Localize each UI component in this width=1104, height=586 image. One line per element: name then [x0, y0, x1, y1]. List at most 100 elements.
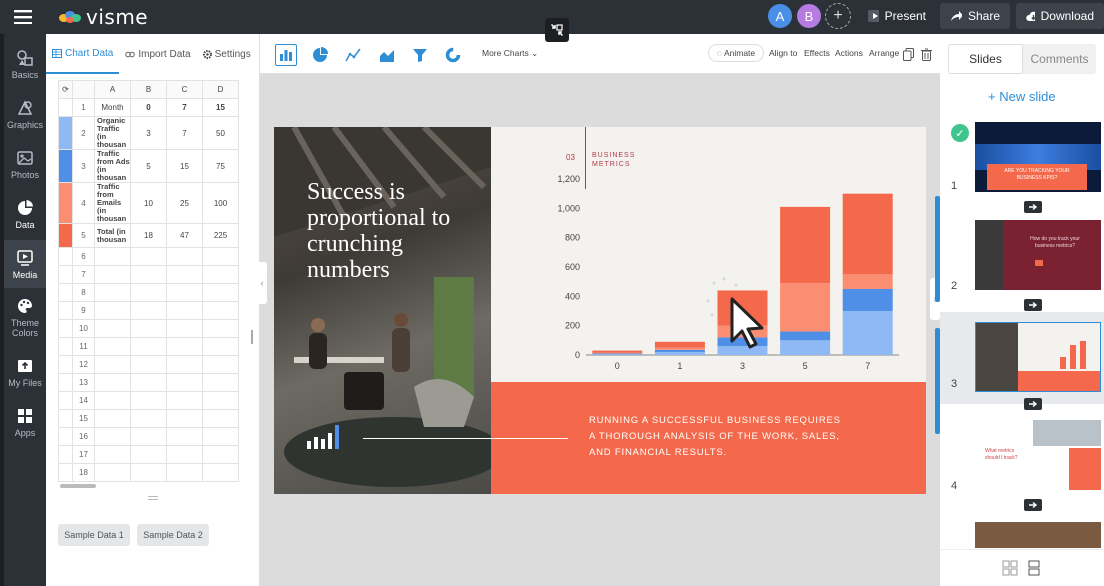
- table-cell[interactable]: [202, 265, 239, 284]
- donut-chart-type-icon[interactable]: [442, 44, 464, 66]
- table-cell[interactable]: [130, 319, 167, 338]
- table-cell[interactable]: [202, 301, 239, 320]
- table-cell[interactable]: [202, 355, 239, 374]
- horizontal-scrollbar[interactable]: [60, 484, 96, 488]
- copy-icon[interactable]: [901, 43, 915, 65]
- actions-button[interactable]: Actions: [835, 48, 863, 58]
- table-cell[interactable]: 10: [130, 182, 167, 224]
- table-cell[interactable]: 7: [166, 116, 203, 150]
- new-slide-button[interactable]: + New slide: [988, 89, 1056, 104]
- table-cell[interactable]: [94, 247, 131, 266]
- table-cell[interactable]: [94, 445, 131, 464]
- more-charts-dropdown[interactable]: More Charts ⌄: [482, 48, 538, 59]
- rail-item-basics[interactable]: Basics: [4, 40, 46, 88]
- sample-data-1-button[interactable]: Sample Data 1: [58, 524, 130, 546]
- table-cell[interactable]: [130, 283, 167, 302]
- table-cell[interactable]: [130, 427, 167, 446]
- table-cell[interactable]: [202, 391, 239, 410]
- table-cell[interactable]: [130, 247, 167, 266]
- table-cell[interactable]: [166, 445, 203, 464]
- tab-settings[interactable]: Settings: [197, 34, 257, 74]
- tab-slides[interactable]: Slides: [948, 44, 1023, 74]
- table-cell[interactable]: 50: [202, 116, 239, 150]
- add-collaborator-icon[interactable]: +: [825, 3, 851, 29]
- transition-icon[interactable]: [1024, 398, 1042, 410]
- table-cell[interactable]: [166, 463, 203, 482]
- share-button[interactable]: Share: [940, 3, 1010, 29]
- collapse-ui-button[interactable]: [545, 18, 569, 42]
- table-cell[interactable]: [202, 373, 239, 392]
- table-cell[interactable]: [202, 247, 239, 266]
- visme-logo[interactable]: visme: [58, 5, 148, 29]
- table-cell[interactable]: [130, 463, 167, 482]
- transition-icon[interactable]: [1024, 201, 1042, 213]
- table-cell[interactable]: [202, 337, 239, 356]
- slide-thumbnail-4[interactable]: 4 What metrics should I track?: [940, 416, 1104, 511]
- table-cell[interactable]: [166, 301, 203, 320]
- menu-icon[interactable]: [0, 0, 46, 34]
- table-cell[interactable]: [94, 427, 131, 446]
- rail-item-photos[interactable]: Photos: [4, 140, 46, 188]
- series-color-swatch[interactable]: [58, 223, 73, 248]
- table-cell[interactable]: 25: [166, 182, 203, 224]
- tab-comments[interactable]: Comments: [1023, 44, 1096, 74]
- table-cell[interactable]: [94, 301, 131, 320]
- rail-item-theme-colors[interactable]: Theme Colors: [4, 290, 46, 344]
- table-cell[interactable]: [94, 409, 131, 428]
- table-cell[interactable]: [166, 319, 203, 338]
- transition-icon[interactable]: [1024, 299, 1042, 311]
- table-cell[interactable]: 18: [130, 223, 167, 248]
- table-cell[interactable]: [166, 355, 203, 374]
- transition-icon[interactable]: [1024, 499, 1042, 511]
- table-cell[interactable]: [166, 391, 203, 410]
- table-cell[interactable]: 47: [166, 223, 203, 248]
- series-color-swatch[interactable]: [58, 116, 73, 150]
- refresh-icon[interactable]: ⟳: [58, 80, 73, 99]
- table-cell[interactable]: [130, 265, 167, 284]
- trash-icon[interactable]: [919, 43, 933, 65]
- table-cell[interactable]: Traffic from Ads (in thousan: [94, 149, 131, 183]
- slide-thumbnail-2[interactable]: 2 How do you track your business metrics…: [940, 218, 1104, 311]
- table-cell[interactable]: 3: [130, 116, 167, 150]
- area-chart-type-icon[interactable]: [376, 44, 398, 66]
- table-cell[interactable]: [202, 427, 239, 446]
- table-cell[interactable]: 7: [166, 98, 203, 117]
- table-cell[interactable]: 5: [130, 149, 167, 183]
- table-cell[interactable]: [130, 373, 167, 392]
- table-cell[interactable]: 15: [202, 98, 239, 117]
- table-cell[interactable]: [130, 337, 167, 356]
- table-cell[interactable]: [94, 373, 131, 392]
- present-button[interactable]: Present: [858, 3, 936, 29]
- table-cell[interactable]: 75: [202, 149, 239, 183]
- rail-item-media[interactable]: Media: [4, 240, 46, 288]
- table-cell[interactable]: Total (in thousan: [94, 223, 131, 248]
- bar-chart-type-icon[interactable]: [275, 44, 297, 66]
- table-cell[interactable]: 15: [166, 149, 203, 183]
- table-cell[interactable]: [94, 337, 131, 356]
- tab-import-data[interactable]: Import Data: [119, 34, 196, 74]
- slide-thumbnail-5[interactable]: [975, 522, 1101, 548]
- rail-item-graphics[interactable]: Graphics: [4, 90, 46, 138]
- table-cell[interactable]: 100: [202, 182, 239, 224]
- column-header[interactable]: D: [202, 80, 239, 99]
- grid-view-icon[interactable]: [1002, 560, 1018, 576]
- table-cell[interactable]: [166, 409, 203, 428]
- table-cell[interactable]: Traffic from Emails (in thousan: [94, 182, 131, 224]
- rail-item-my-files[interactable]: My Files: [4, 348, 46, 396]
- table-cell[interactable]: [130, 445, 167, 464]
- table-cell[interactable]: [94, 265, 131, 284]
- table-cell[interactable]: [130, 301, 167, 320]
- table-cell[interactable]: [94, 355, 131, 374]
- table-cell[interactable]: [202, 445, 239, 464]
- series-color-swatch[interactable]: [58, 149, 73, 183]
- table-cell[interactable]: [202, 319, 239, 338]
- effects-button[interactable]: Effects: [804, 48, 830, 58]
- table-cell[interactable]: Month: [94, 98, 131, 117]
- table-cell[interactable]: Organic Traffic (in thousan: [94, 116, 131, 150]
- table-cell[interactable]: [166, 247, 203, 266]
- arrange-button[interactable]: Arrange: [869, 48, 899, 58]
- funnel-chart-type-icon[interactable]: [409, 44, 431, 66]
- table-cell[interactable]: [166, 373, 203, 392]
- rail-item-data[interactable]: Data: [4, 190, 46, 238]
- table-cell[interactable]: [94, 319, 131, 338]
